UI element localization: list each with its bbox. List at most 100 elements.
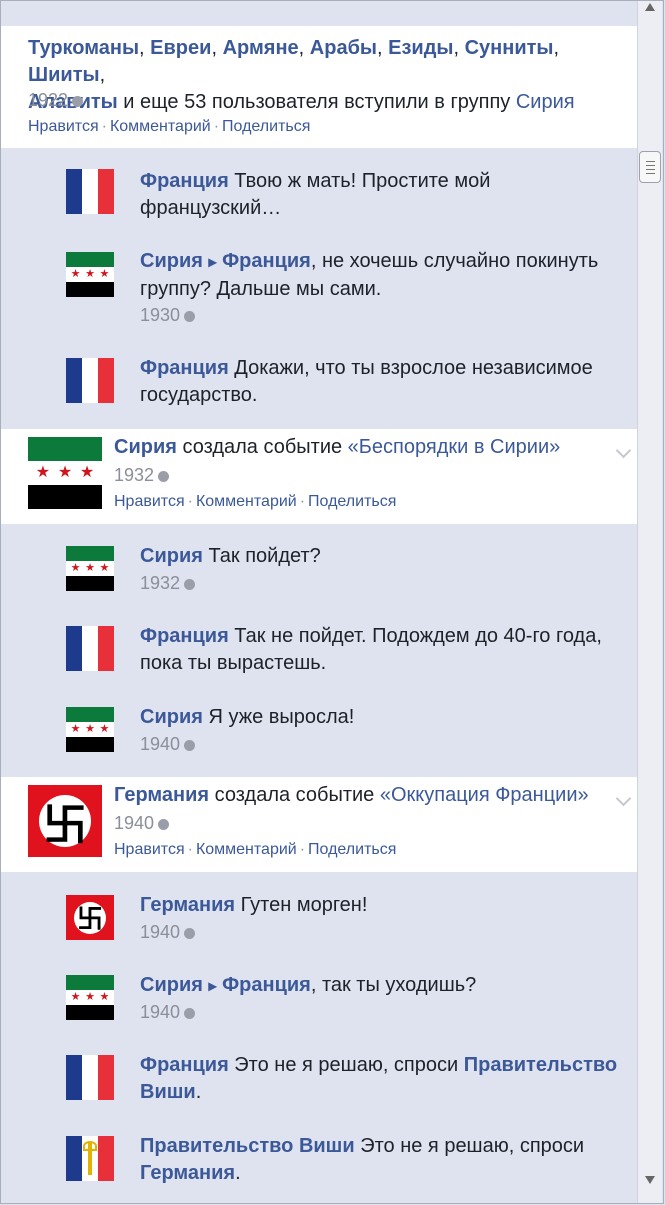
author-link[interactable]: Франция [140,625,229,647]
member-link[interactable]: Сунниты [465,37,554,59]
comment-text: Твою ж мать! Простите мой [228,170,491,192]
post-actions: Нравится · Комментарий · Поделиться [114,493,396,511]
globe-icon [158,819,170,830]
syria-flag[interactable]: ★ ★ ★ [66,707,114,752]
event-post: 卐 Германия создала событие «Оккупация Фр… [1,777,639,872]
group-link[interactable]: Сирия [516,91,575,113]
globe-icon [184,928,196,939]
syria-flag[interactable]: ★ ★ ★ [66,546,114,591]
comment-text: , не хочешь случайно покинуть [310,250,599,272]
author-link[interactable]: Правительство Виши [140,1135,355,1157]
comment-item: ★ ★ ★ Сирия Так пойдет? 1932 [63,544,623,614]
author-link[interactable]: Сирия [114,436,177,458]
comment-text: Это не я решаю, спроси [228,1054,464,1076]
separator: , [99,64,106,86]
comment-text: Так пойдет? [202,545,321,567]
comment-text: пока ты вырастешь. [140,652,327,674]
syria-flag[interactable]: ★ ★ ★ [28,437,102,509]
comment-meta: 1940 [140,733,196,755]
dot-separator: · [187,493,193,510]
year-label: 1922 [28,90,69,110]
year-label: 1930 [140,305,181,325]
comment-text: Гутен морген! [235,894,368,916]
year-label: 1940 [140,1002,181,1022]
scroll-thumb[interactable] [639,151,661,183]
comment-text: . [235,1162,241,1184]
syria-flag[interactable]: ★ ★ ★ [66,252,114,297]
scroll-up-arrow-icon[interactable] [645,3,655,11]
comment-text: Я уже выросла! [202,706,355,728]
comment-meta: 1940 [140,921,196,943]
chevron-down-icon[interactable] [615,790,632,807]
separator: , [377,37,389,59]
member-link[interactable]: Туркоманы [28,37,139,59]
like-link[interactable]: Нравится [114,493,185,510]
joined-text: и еще 53 пользователя вступили в группу [117,91,516,113]
share-link[interactable]: Поделиться [308,841,396,858]
globe-icon [184,1008,196,1019]
france-flag[interactable] [66,1055,114,1100]
year-label: 1940 [140,734,181,754]
author-link[interactable]: Сирия [140,545,203,567]
comment-link[interactable]: Комментарий [196,493,297,510]
arrow-icon: ▸ [208,254,217,271]
vichy-flag[interactable] [66,1136,114,1181]
author-link[interactable]: Германия [140,894,235,916]
separator: , [453,37,465,59]
like-link[interactable]: Нравится [114,841,185,858]
dot-separator: · [299,841,306,858]
share-link[interactable]: Поделиться [308,493,396,510]
comment-item: Франция Так не пойдет. Подождем до 40-го… [63,624,623,694]
member-link[interactable]: Езиды [388,37,453,59]
comment-text: Это не я решаю, спроси [354,1135,585,1157]
dot-separator: · [187,841,193,858]
like-link[interactable]: Нравится [28,118,99,135]
post-text: создала событие [209,784,380,806]
syria-flag[interactable]: ★ ★ ★ [66,975,114,1020]
chevron-down-icon[interactable] [615,442,632,459]
comment-item: ★ ★ ★ Сирия Я уже выросла! 1940 [63,705,623,765]
year-label: 1940 [114,813,155,833]
member-link[interactable]: Евреи [150,37,211,59]
vertical-scrollbar[interactable] [637,1,662,1203]
comment-text: французский… [140,197,282,219]
target-link[interactable]: Франция [222,974,311,996]
author-link[interactable]: Франция [140,170,229,192]
mention-link[interactable]: Правительство [464,1054,617,1076]
author-link[interactable]: Сирия [140,974,203,996]
event-link[interactable]: «Оккупация Франции» [380,784,589,806]
comment-link[interactable]: Комментарий [110,118,211,135]
mention-link[interactable]: Виши [140,1081,196,1103]
author-link[interactable]: Франция [140,1054,229,1076]
france-flag[interactable] [66,169,114,214]
member-link[interactable]: Арабы [310,37,377,59]
comment-item: ★ ★ ★ Сирия ▸ Франция, так ты уходишь? 194… [63,973,623,1043]
post-actions: Нравится · Комментарий · Поделиться [28,118,310,136]
share-link[interactable]: Поделиться [222,118,310,135]
comment-item: ★ ★ ★ Сирия ▸ Франция, не хочешь случайно … [63,249,623,329]
globe-icon [184,311,196,322]
dot-separator: · [101,118,107,135]
event-post: ★ ★ ★ Сирия создала событие «Беспорядки в … [1,429,639,524]
scroll-down-arrow-icon[interactable] [645,1176,655,1184]
target-link[interactable]: Франция [222,250,311,272]
event-link[interactable]: «Беспорядки в Сирии» [348,436,561,458]
germany-flag[interactable]: 卐 [28,785,102,857]
author-link[interactable]: Сирия [140,706,203,728]
comment-text: . [195,1081,202,1103]
france-flag[interactable] [66,626,114,671]
comment-link[interactable]: Комментарий [196,841,297,858]
author-link[interactable]: Германия [114,784,209,806]
post-meta: 1922 [28,89,84,111]
member-link[interactable]: Армяне [223,37,299,59]
post-meta: 1940 [114,812,170,834]
author-link[interactable]: Сирия [140,250,203,272]
mention-link[interactable]: Германия [140,1162,235,1184]
member-link[interactable]: Шииты [28,64,100,86]
germany-flag[interactable]: 卐 [66,895,114,940]
dot-separator: · [299,493,306,510]
author-link[interactable]: Франция [140,357,229,379]
france-flag[interactable] [66,358,114,403]
comment-text: Докажи, что ты взрослое независимое [228,357,593,379]
comment-item: Правительство Виши Это не я решаю, спрос… [63,1134,623,1203]
